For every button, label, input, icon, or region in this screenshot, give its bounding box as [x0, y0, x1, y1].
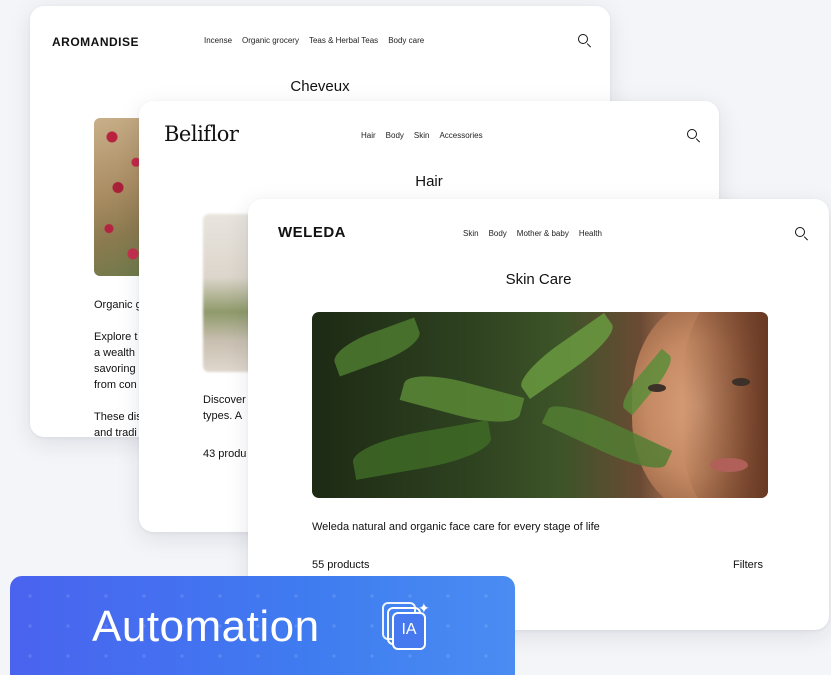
nav-item-accessories[interactable]: Accessories [439, 131, 482, 140]
nav-item-mother-baby[interactable]: Mother & baby [517, 229, 569, 238]
nav-item-body[interactable]: Body [489, 229, 507, 238]
description-line: and tradi [94, 427, 137, 437]
nav-item-hair[interactable]: Hair [361, 131, 376, 140]
description-line: a wealth [94, 347, 135, 359]
nav-item-teas[interactable]: Teas & Herbal Teas [309, 36, 378, 45]
page-title: Cheveux [290, 78, 350, 95]
category-subtitle: Organic g [94, 299, 142, 311]
description-line: These dis [94, 411, 142, 423]
banner-label: Automation [92, 602, 320, 651]
ia-label: IA [401, 621, 417, 638]
sparkle-icon: ✦ [418, 600, 430, 616]
nav-item-health[interactable]: Health [579, 229, 602, 238]
beliflor-logo[interactable]: Beliflor [164, 122, 239, 146]
description-line: Discover [203, 394, 246, 406]
search-icon[interactable] [578, 34, 592, 48]
nav-item-skin[interactable]: Skin [463, 229, 479, 238]
description-line: savoring [94, 363, 136, 375]
search-icon[interactable] [795, 227, 809, 241]
weleda-card: WELEDA Skin Body Mother & baby Health Sk… [248, 199, 829, 630]
nav-item-incense[interactable]: Incense [204, 36, 232, 45]
nav-item-body-care[interactable]: Body care [388, 36, 424, 45]
ai-layers-icon: IA ✦ [382, 600, 430, 650]
page-title: Hair [415, 173, 443, 190]
search-icon[interactable] [687, 129, 701, 143]
description-line: types. A [203, 410, 243, 422]
weleda-logo[interactable]: WELEDA [278, 224, 346, 241]
product-count: 43 produ [203, 448, 247, 460]
filters-button[interactable]: Filters [733, 557, 763, 573]
page-title: Skin Care [505, 271, 572, 288]
weleda-nav: Skin Body Mother & baby Health [463, 229, 612, 238]
category-description: Weleda natural and organic face care for… [312, 521, 600, 533]
aromandise-logo[interactable]: AROMANDISE [52, 35, 139, 49]
nav-item-body[interactable]: Body [386, 131, 404, 140]
nav-item-skin[interactable]: Skin [414, 131, 430, 140]
description-line: Explore t [94, 331, 138, 343]
nav-item-organic-grocery[interactable]: Organic grocery [242, 36, 299, 45]
beliflor-nav: Hair Body Skin Accessories [361, 131, 493, 140]
hero-image [312, 312, 768, 498]
description-line: from con [94, 379, 137, 391]
product-count: 55 products [312, 559, 370, 571]
automation-banner: Automation IA ✦ [10, 576, 515, 675]
aromandise-nav: Incense Organic grocery Teas & Herbal Te… [204, 36, 434, 45]
